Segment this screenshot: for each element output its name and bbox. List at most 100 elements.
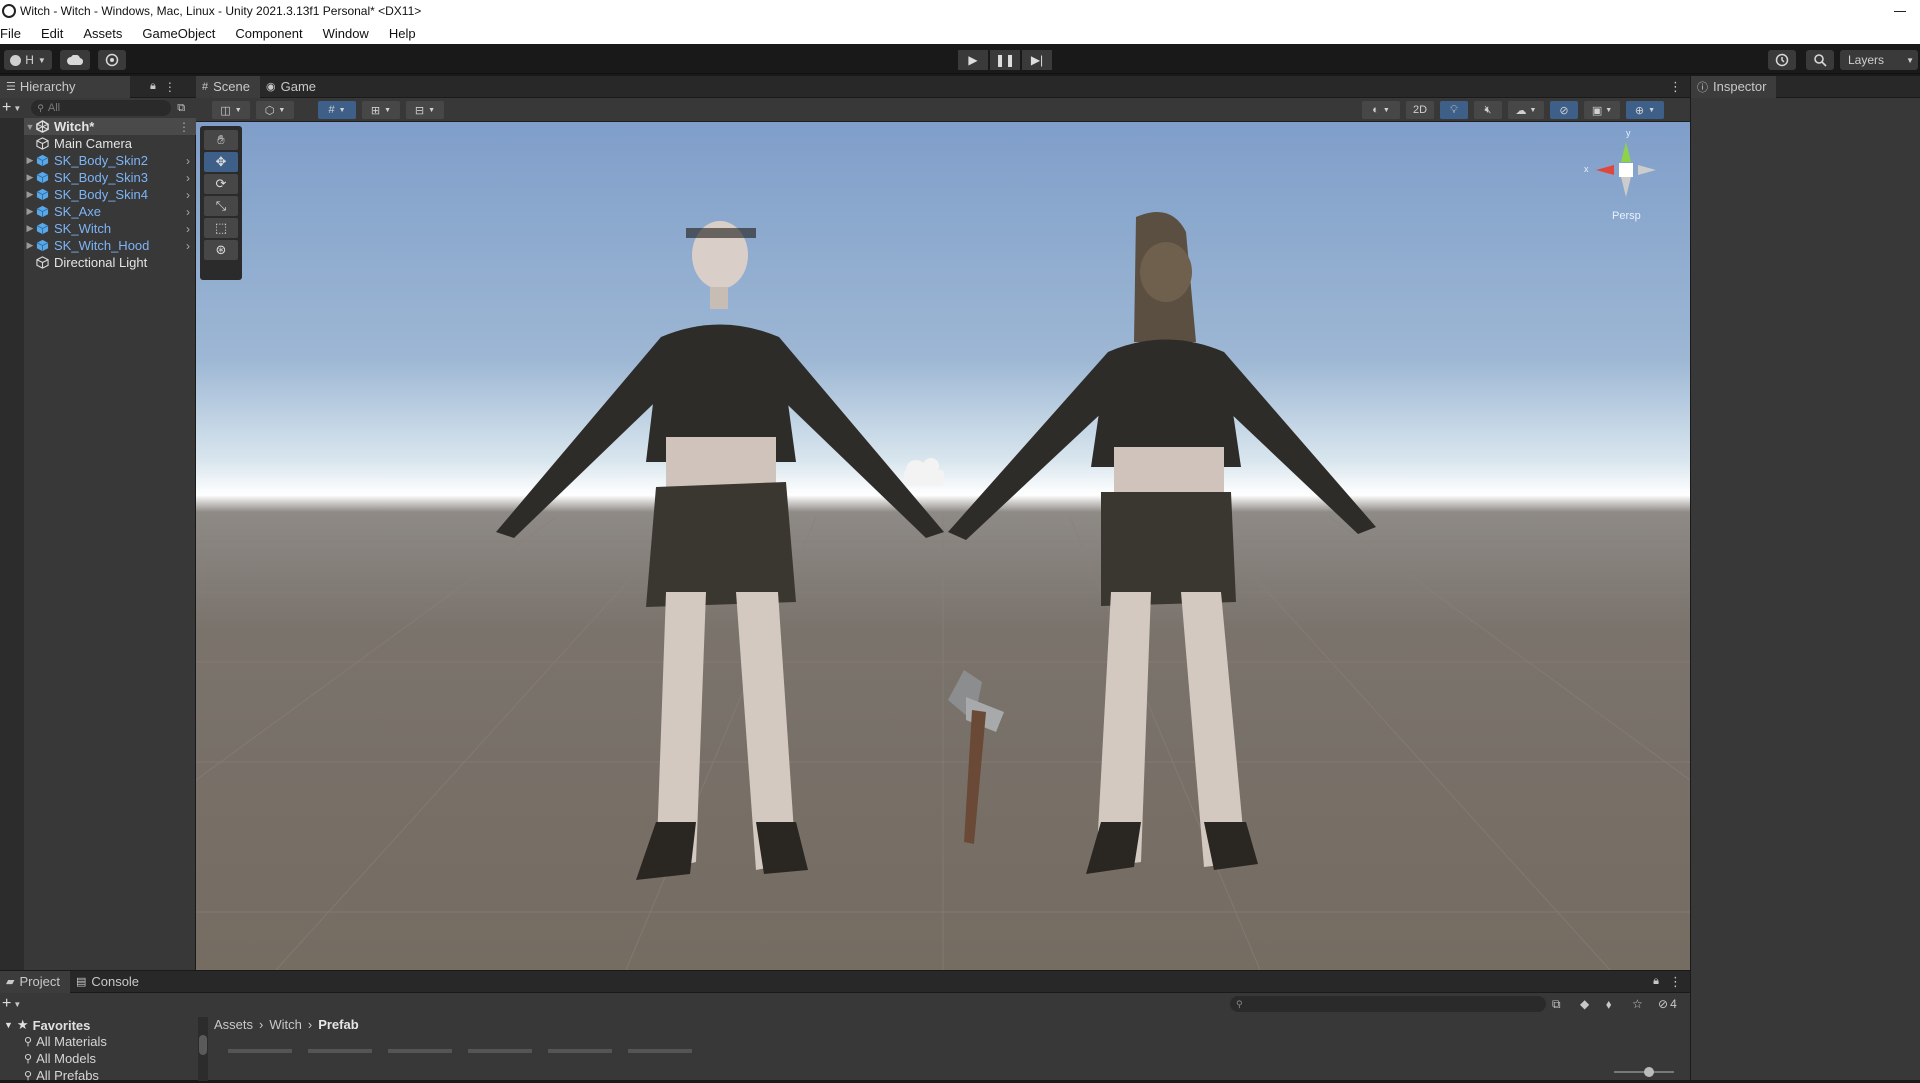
more-options-icon[interactable]: ⋮ [178, 120, 190, 134]
orientation-gizmo[interactable]: y x Persp [1576, 128, 1676, 227]
list-item[interactable]: ▶ SK_Body_Skin4 › [24, 186, 196, 203]
lock-icon[interactable]: 🔒︎ [150, 80, 156, 93]
tab-game[interactable]: ◉ Game [260, 76, 326, 98]
expand-arrow-icon[interactable]: ▶ [24, 155, 36, 166]
chevron-right-icon[interactable]: › [186, 205, 190, 219]
slider-thumb[interactable] [1644, 1067, 1654, 1077]
persp-label[interactable]: Persp [1612, 210, 1641, 222]
asset-thumbnail[interactable] [468, 1049, 532, 1053]
tab-console[interactable]: ▤ Console [70, 971, 149, 993]
lock-icon[interactable]: 🔒︎ [1653, 975, 1659, 988]
breadcrumb-item[interactable]: Witch [269, 1017, 302, 1032]
audio-toggle[interactable]: 🔇︎ [1474, 101, 1502, 119]
search-by-label-icon[interactable]: ◆ [1580, 997, 1589, 1011]
render-mode-dropdown[interactable]: ⬡ ▼ [256, 101, 294, 119]
add-icon[interactable]: + [2, 99, 11, 117]
expand-arrow-icon[interactable]: ▼ [4, 1020, 13, 1030]
chevron-right-icon[interactable]: › [186, 222, 190, 236]
more-options-icon[interactable]: ⋮ [1669, 974, 1682, 990]
list-item[interactable]: ▶ SK_Witch_Hood › [24, 237, 196, 254]
tab-project[interactable]: ▰ Project [0, 970, 70, 993]
chevron-right-icon[interactable]: › [186, 239, 190, 253]
lighting-toggle[interactable]: 💡︎ [1440, 101, 1468, 119]
move-tool-button[interactable]: ✥ [204, 152, 238, 172]
step-button[interactable]: ▶| [1022, 50, 1052, 70]
chevron-right-icon[interactable]: › [186, 171, 190, 185]
expand-arrow-icon[interactable]: ▶ [24, 172, 36, 183]
favorite-item[interactable]: ⚲ All Materials [24, 1034, 107, 1049]
expand-arrow-icon[interactable]: ▶ [24, 206, 36, 217]
grid-visibility-dropdown[interactable]: ⊞ ▼ [362, 101, 400, 119]
camera-settings-dropdown[interactable]: ▣ ▼ [1584, 101, 1620, 119]
expand-arrow-icon[interactable]: ▶ [24, 223, 36, 234]
list-item[interactable]: Main Camera [24, 135, 196, 152]
tag-icon[interactable]: ⬧ [1606, 997, 1611, 1012]
view-tool-button[interactable]: ✋︎ [204, 130, 238, 150]
project-sidebar-scrollbar[interactable] [198, 1017, 208, 1081]
rotate-tool-button[interactable]: ⟳ [204, 174, 238, 194]
draw-mode-dropdown[interactable]: ◫ ▼ [212, 101, 250, 119]
search-button[interactable] [1806, 50, 1834, 70]
account-button[interactable]: H ▼ [4, 50, 52, 70]
menu-window[interactable]: Window [317, 26, 375, 41]
scene-viewport[interactable]: ✋︎ ✥ ⟳ ⤡ ⬚ ⊛ y x Persp [196, 122, 1690, 970]
chevron-right-icon[interactable]: › [186, 188, 190, 202]
add-icon[interactable]: + [2, 995, 11, 1013]
asset-thumbnail[interactable] [228, 1049, 292, 1053]
asset-thumbnail[interactable] [388, 1049, 452, 1053]
asset-thumbnail[interactable] [308, 1049, 372, 1053]
scene-visibility-icon[interactable]: ⧉ [177, 102, 185, 115]
expand-arrow-icon[interactable]: ▼ [24, 122, 36, 132]
favorite-item[interactable]: ⚲ All Models [24, 1051, 96, 1066]
menu-component[interactable]: Component [229, 26, 308, 41]
shading-mode-dropdown[interactable]: ◐ ▼ [1362, 101, 1400, 119]
chevron-down-icon[interactable]: ▼ [13, 104, 21, 113]
hidden-packages-button[interactable]: ⊘ 4 [1658, 997, 1677, 1011]
minimize-icon[interactable] [1894, 10, 1906, 12]
favorites-header[interactable]: ▼ ★ Favorites [4, 1017, 90, 1033]
breadcrumb-item-current[interactable]: Prefab [318, 1017, 358, 1032]
scene-root-row[interactable]: ▼ Witch* ⋮ [24, 118, 196, 135]
project-search-input[interactable]: ⚲ [1230, 996, 1546, 1012]
pause-button[interactable]: ❚❚ [990, 50, 1020, 70]
increment-snap-dropdown[interactable]: ⊟ ▼ [406, 101, 444, 119]
grid-snap-toggle[interactable]: # ▼ [318, 101, 356, 119]
menu-assets[interactable]: Assets [77, 26, 128, 41]
hierarchy-search-input[interactable]: ⚲ All [31, 100, 172, 116]
favorite-item[interactable]: ⚲ All Prefabs [24, 1068, 99, 1083]
thumbnail-size-slider[interactable] [1614, 1067, 1674, 1077]
rect-tool-button[interactable]: ⬚ [204, 218, 238, 238]
menu-file[interactable]: File [0, 26, 27, 41]
cloud-button[interactable] [60, 50, 90, 70]
more-options-icon[interactable]: ⋮ [1669, 79, 1682, 95]
asset-thumbnail[interactable] [628, 1049, 692, 1053]
menu-edit[interactable]: Edit [35, 26, 69, 41]
effects-dropdown[interactable]: ☁ ▼ [1508, 101, 1544, 119]
expand-arrow-icon[interactable]: ▶ [24, 240, 36, 251]
expand-arrow-icon[interactable]: ▶ [24, 189, 36, 200]
tab-hierarchy[interactable]: ☰ Hierarchy [0, 75, 130, 98]
asset-thumbnail[interactable] [548, 1049, 612, 1053]
layers-dropdown[interactable]: Layers ▼ [1840, 50, 1918, 70]
breadcrumb-item[interactable]: Assets [214, 1017, 253, 1032]
search-by-type-icon[interactable]: ⧉ [1552, 997, 1561, 1012]
collab-button[interactable] [98, 50, 126, 70]
favorite-star-icon[interactable]: ☆ [1632, 997, 1643, 1011]
gizmos-dropdown[interactable]: ⊕ ▼ [1626, 101, 1664, 119]
chevron-right-icon[interactable]: › [186, 154, 190, 168]
transform-tool-button[interactable]: ⊛ [204, 240, 238, 260]
menu-help[interactable]: Help [383, 26, 422, 41]
tab-scene[interactable]: # Scene [196, 75, 260, 98]
scene-visibility-toggle[interactable]: ⊘ [1550, 101, 1578, 119]
chevron-down-icon[interactable]: ▼ [13, 1000, 21, 1009]
list-item[interactable]: ▶ SK_Body_Skin3 › [24, 169, 196, 186]
list-item[interactable]: ▶ SK_Axe › [24, 203, 196, 220]
undo-history-button[interactable] [1768, 50, 1796, 70]
more-options-icon[interactable]: ⋮ [164, 80, 176, 94]
scrollbar-thumb[interactable] [199, 1035, 207, 1055]
list-item[interactable]: Directional Light [24, 254, 196, 271]
tab-inspector[interactable]: ⓘ Inspector [1691, 75, 1777, 98]
menu-gameobject[interactable]: GameObject [136, 26, 221, 41]
toggle-2d-button[interactable]: 2D [1406, 101, 1434, 119]
list-item[interactable]: ▶ SK_Body_Skin2 › [24, 152, 196, 169]
